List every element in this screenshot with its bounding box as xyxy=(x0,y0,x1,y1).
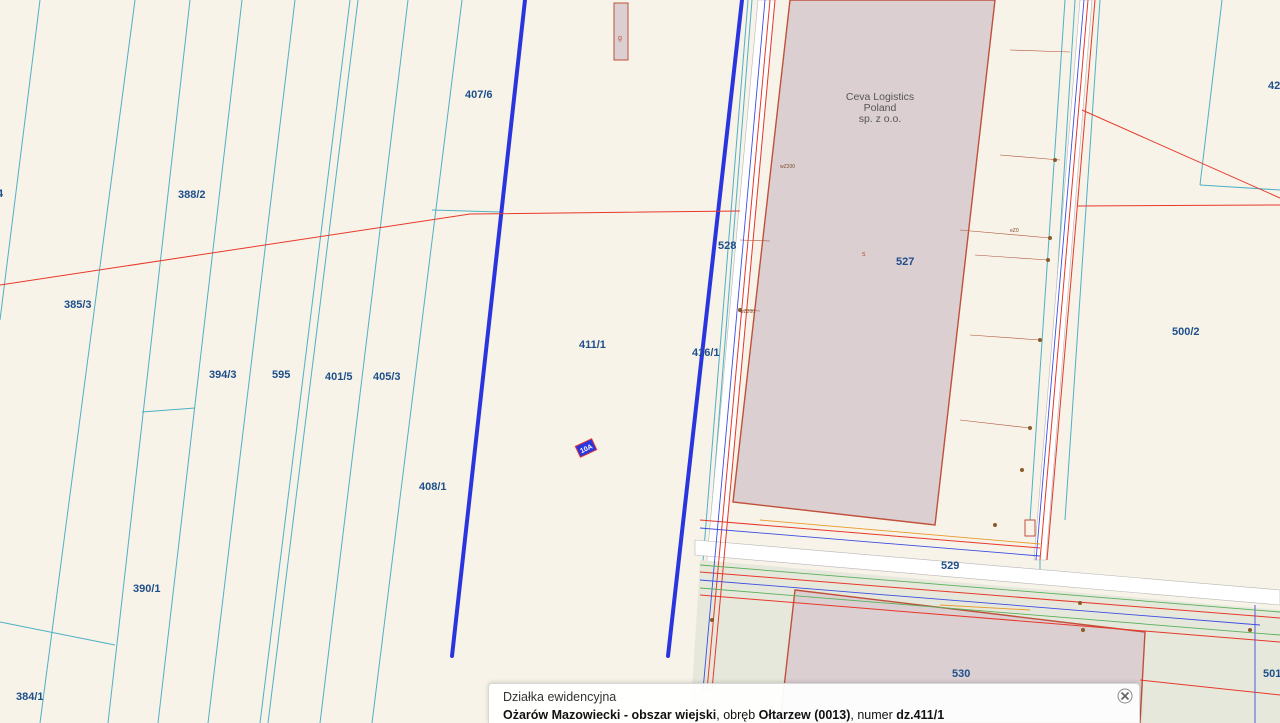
info-box-location: Ożarów Mazowiecki - obszar wiejski xyxy=(503,708,717,722)
parcel-label-401-5: 401/5 xyxy=(325,371,353,383)
parcel-label-411-1: 411/1 xyxy=(579,339,606,351)
info-box-precinct-prefix: , obręb xyxy=(716,708,759,722)
parcel-label-527: 527 xyxy=(896,256,914,268)
utility-annotation: wZ200 xyxy=(740,309,755,315)
close-button[interactable] xyxy=(1117,688,1133,704)
parcel-label-408-1: 408/1 xyxy=(419,481,447,493)
info-box-number-prefix: , numer xyxy=(850,708,897,722)
parcel-label-595: 595 xyxy=(272,369,290,381)
cadastral-map[interactable]: wZ200 wZ200 eZ0 4 42 388/2 407/6 385/3 3… xyxy=(0,0,1280,723)
small-building[interactable] xyxy=(613,2,629,61)
info-box-details: Ożarów Mazowiecki - obszar wiejski, obrę… xyxy=(503,708,1125,722)
parcel-label-384-1: 384/1 xyxy=(16,691,44,703)
parcel-label-394-3: 394/3 xyxy=(209,369,237,381)
info-box-title: Działka ewidencyjna xyxy=(503,690,617,704)
parcel-info-box: Działka ewidencyjna Ożarów Mazowiecki - … xyxy=(488,683,1140,723)
parcel-label-501: 501 xyxy=(1263,668,1280,680)
parcel-label-500-2: 500/2 xyxy=(1172,326,1200,338)
parcel-label-388-2: 388/2 xyxy=(178,189,206,201)
utility-annotation: eZ0 xyxy=(1010,228,1019,234)
info-box-precinct: Ołtarzew (0013) xyxy=(758,708,851,722)
parcel-label-390-1: 390/1 xyxy=(133,583,161,595)
parcel-label-416-1: 416/1 xyxy=(692,347,720,359)
info-box-number: dz.411/1 xyxy=(896,708,945,722)
building-name-line-3: sp. z o.o. xyxy=(859,113,902,125)
parcel-label-385-3: 385/3 xyxy=(64,299,92,311)
parcel-label-529: 529 xyxy=(941,560,959,572)
small-building-marker: g xyxy=(618,35,622,42)
main-building-marker: s xyxy=(862,251,866,258)
utility-annotation: wZ200 xyxy=(780,164,795,170)
close-x-icon xyxy=(1117,688,1133,704)
parcel-label-405-3: 405/3 xyxy=(373,371,401,383)
parcel-label-42: 42 xyxy=(1268,80,1280,92)
parcel-label-530: 530 xyxy=(952,668,970,680)
parcel-label-528: 528 xyxy=(718,240,736,252)
parcel-label-407-6: 407/6 xyxy=(465,89,493,101)
